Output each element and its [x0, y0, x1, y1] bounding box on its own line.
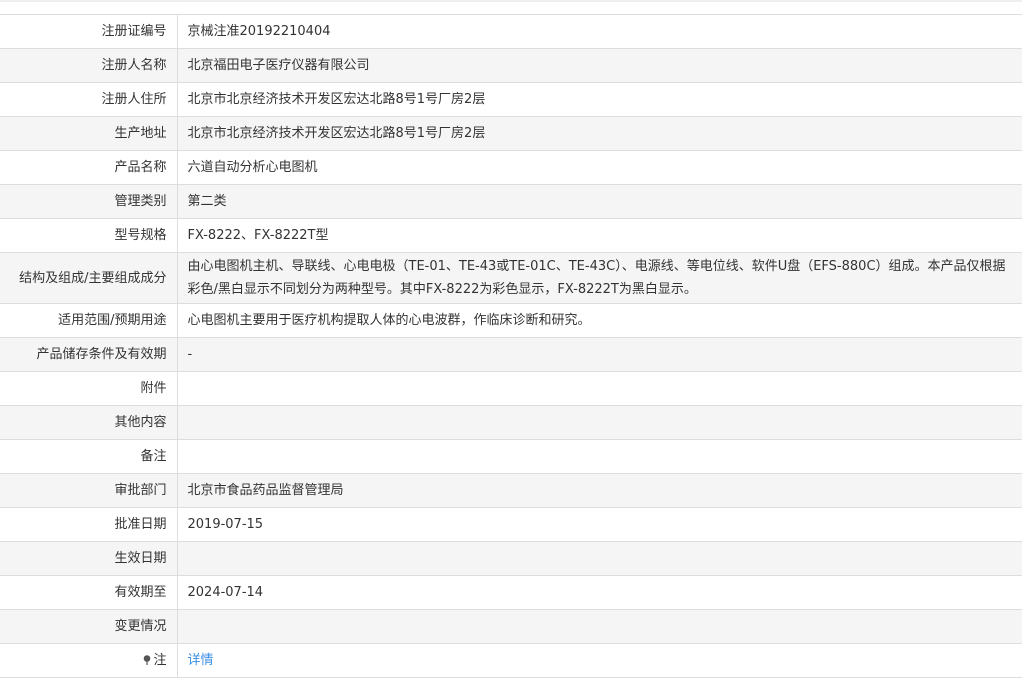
table-row-other-content: 其他内容 [0, 405, 1022, 440]
row-label: 结构及组成/主要组成成分 [0, 252, 178, 304]
table-row-note: 注 详情 [0, 643, 1022, 678]
note-value-cell: 详情 [177, 643, 1022, 678]
row-value: 北京市北京经济技术开发区宏达北路8号1号厂房2层 [177, 82, 1022, 117]
row-value: FX-8222、FX-8222T型 [177, 218, 1022, 253]
row-value: 2019-07-15 [177, 507, 1022, 542]
table-row-valid-until: 有效期至 2024-07-14 [0, 575, 1022, 610]
row-label: 注册人住所 [0, 82, 178, 117]
table-row-registrant-address: 注册人住所 北京市北京经济技术开发区宏达北路8号1号厂房2层 [0, 82, 1022, 117]
table-row-effective-date: 生效日期 [0, 541, 1022, 576]
row-label: 注册人名称 [0, 48, 178, 83]
row-value: 2024-07-14 [177, 575, 1022, 610]
row-value [177, 609, 1022, 644]
row-value [177, 541, 1022, 576]
row-label: 审批部门 [0, 473, 178, 508]
row-value: - [177, 337, 1022, 372]
table-row-structure-composition: 结构及组成/主要组成成分 由心电图机主机、导联线、心电电极（TE-01、TE-4… [0, 252, 1022, 304]
row-value: 第二类 [177, 184, 1022, 219]
row-value: 心电图机主要用于医疗机构提取人体的心电波群，作临床诊断和研究。 [177, 303, 1022, 338]
table-row-registrant-name: 注册人名称 北京福田电子医疗仪器有限公司 [0, 48, 1022, 83]
row-label: 有效期至 [0, 575, 178, 610]
table-row-remarks: 备注 [0, 439, 1022, 474]
table-row-approval-department: 审批部门 北京市食品药品监督管理局 [0, 473, 1022, 508]
row-value: 北京市食品药品监督管理局 [177, 473, 1022, 508]
row-label: 型号规格 [0, 218, 178, 253]
pin-icon [143, 650, 151, 665]
row-value: 京械注准20192210404 [177, 14, 1022, 49]
row-label: 变更情况 [0, 609, 178, 644]
row-label: 其他内容 [0, 405, 178, 440]
table-row-change-history: 变更情况 [0, 609, 1022, 644]
table-row-attachment: 附件 [0, 371, 1022, 406]
row-label: 附件 [0, 371, 178, 406]
note-label-cell: 注 [0, 643, 178, 678]
registration-detail-table: 注册证编号 京械注准20192210404 注册人名称 北京福田电子医疗仪器有限… [0, 14, 1022, 678]
details-link[interactable]: 详情 [188, 653, 214, 668]
table-row-intended-use: 适用范围/预期用途 心电图机主要用于医疗机构提取人体的心电波群，作临床诊断和研究… [0, 303, 1022, 338]
row-label: 适用范围/预期用途 [0, 303, 178, 338]
row-value: 六道自动分析心电图机 [177, 150, 1022, 185]
row-label: 产品名称 [0, 150, 178, 185]
row-value: 由心电图机主机、导联线、心电电极（TE-01、TE-43或TE-01C、TE-4… [177, 252, 1022, 304]
row-value [177, 439, 1022, 474]
row-label: 注册证编号 [0, 14, 178, 49]
top-spacer [0, 2, 1022, 14]
row-label: 生效日期 [0, 541, 178, 576]
table-row-model-spec: 型号规格 FX-8222、FX-8222T型 [0, 218, 1022, 253]
row-label: 批准日期 [0, 507, 178, 542]
row-value: 北京市北京经济技术开发区宏达北路8号1号厂房2层 [177, 116, 1022, 151]
table-row-approval-date: 批准日期 2019-07-15 [0, 507, 1022, 542]
row-value [177, 371, 1022, 406]
row-label: 生产地址 [0, 116, 178, 151]
row-value: 北京福田电子医疗仪器有限公司 [177, 48, 1022, 83]
row-value [177, 405, 1022, 440]
note-label: 注 [153, 653, 167, 668]
row-label: 备注 [0, 439, 178, 474]
table-row-product-name: 产品名称 六道自动分析心电图机 [0, 150, 1022, 185]
row-label: 产品储存条件及有效期 [0, 337, 178, 372]
table-row-storage-validity: 产品储存条件及有效期 - [0, 337, 1022, 372]
table-row-production-address: 生产地址 北京市北京经济技术开发区宏达北路8号1号厂房2层 [0, 116, 1022, 151]
row-label: 管理类别 [0, 184, 178, 219]
table-row-management-category: 管理类别 第二类 [0, 184, 1022, 219]
table-row-registration-number: 注册证编号 京械注准20192210404 [0, 14, 1022, 49]
